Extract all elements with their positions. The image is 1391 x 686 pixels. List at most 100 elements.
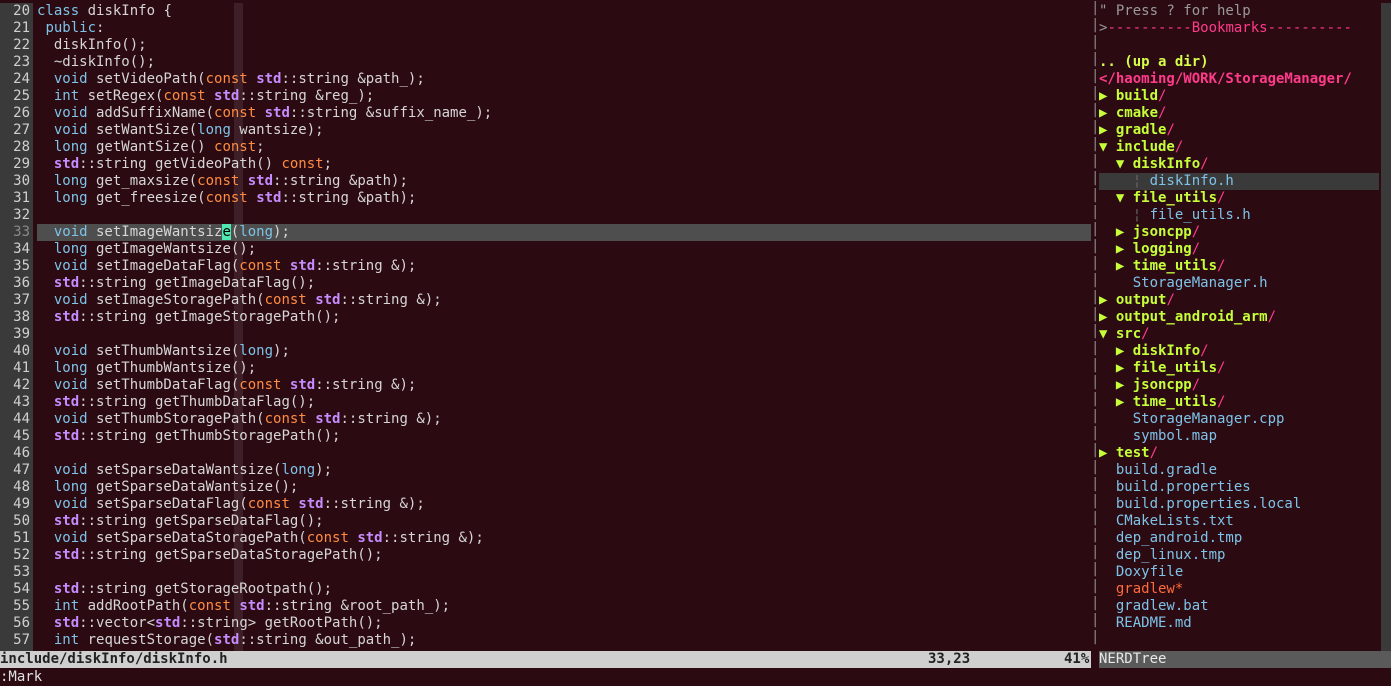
- code-line[interactable]: void setThumbStoragePath(const std::stri…: [37, 411, 1091, 428]
- tree-dir-node[interactable]: ▶ file_utils/: [1099, 360, 1379, 377]
- tree-file-node[interactable]: Doxyfile: [1099, 564, 1379, 581]
- tree-dir-node[interactable]: ▼ diskInfo/: [1099, 156, 1379, 173]
- code-line[interactable]: void setImageStoragePath(const std::stri…: [37, 292, 1091, 309]
- dir-slash: /: [1200, 343, 1209, 359]
- code-line[interactable]: int requestStorage(std::string &out_path…: [37, 632, 1091, 649]
- nerdtree-scroll-track[interactable]: [1381, 3, 1391, 651]
- code-line[interactable]: std::string getThumbDataFlag();: [37, 394, 1091, 411]
- tree-dir-node[interactable]: ▼ file_utils/: [1099, 190, 1379, 207]
- code-line[interactable]: void setThumbDataFlag(const std::string …: [37, 377, 1091, 394]
- code-line[interactable]: class diskInfo {: [37, 3, 1091, 20]
- code-line[interactable]: long get_freesize(const std::string &pat…: [37, 190, 1091, 207]
- tree-dir-node[interactable]: ▶ time_utils/: [1099, 394, 1379, 411]
- tree-file-node[interactable]: StorageManager.cpp: [1099, 411, 1379, 428]
- code-line[interactable]: void setSparseDataFlag(const std::string…: [37, 496, 1091, 513]
- tree-dir-node[interactable]: ▶ gradle/: [1099, 122, 1379, 139]
- tree-file-node[interactable]: build.properties: [1099, 479, 1379, 496]
- tree-dir-node[interactable]: ▼ include/: [1099, 139, 1379, 156]
- tree-dir-node[interactable]: ▶ logging/: [1099, 241, 1379, 258]
- nerdtree-bookmarks-header[interactable]: >----------Bookmarks----------: [1099, 20, 1379, 37]
- tree-dir-node[interactable]: ▶ jsoncpp/: [1099, 377, 1379, 394]
- tree-dir-node[interactable]: ▶ jsoncpp/: [1099, 224, 1379, 241]
- nerdtree-root-path[interactable]: </haoming/WORK/StorageManager/: [1099, 71, 1379, 88]
- tree-dir-node[interactable]: ▶ build/: [1099, 88, 1379, 105]
- code-line[interactable]: long get_maxsize(const std::string &path…: [37, 173, 1091, 190]
- code-line[interactable]: long getSparseDataWantsize();: [37, 479, 1091, 496]
- tree-file-node[interactable]: StorageManager.h: [1099, 275, 1379, 292]
- code-line[interactable]: std::string getImageDataFlag();: [37, 275, 1091, 292]
- collapsed-arrow-icon: ▶: [1099, 309, 1116, 325]
- line-number: 22: [13, 37, 30, 53]
- tree-guide-icon: [1099, 496, 1116, 512]
- code-line[interactable]: std::string getThumbStoragePath();: [37, 428, 1091, 445]
- tree-file-node[interactable]: build.properties.local: [1099, 496, 1379, 513]
- code-token: );: [273, 224, 290, 240]
- tree-file-node[interactable]: build.gradle: [1099, 462, 1379, 479]
- tree-node-name: test: [1115, 445, 1150, 461]
- tree-file-node[interactable]: dep_linux.tmp: [1099, 547, 1379, 564]
- code-line[interactable]: std::string getVideoPath() const;: [37, 156, 1091, 173]
- line-number: 49: [13, 496, 30, 512]
- code-line[interactable]: long getImageWantsize();: [37, 241, 1091, 258]
- tree-file-node[interactable]: dep_android.tmp: [1099, 530, 1379, 547]
- code-line[interactable]: void addSuffixName(const std::string &su…: [37, 105, 1091, 122]
- code-line[interactable]: void setWantSize(long wantsize);: [37, 122, 1091, 139]
- code-token: std: [357, 530, 383, 546]
- code-line[interactable]: [37, 326, 1091, 343]
- tree-dir-node[interactable]: ▶ time_utils/: [1099, 258, 1379, 275]
- code-line[interactable]: long getWantSize() const;: [37, 139, 1091, 156]
- code-line-current[interactable]: void setImageWantsize(long);: [37, 224, 1091, 241]
- line-number: 38: [13, 309, 30, 325]
- code-line[interactable]: std::string getImageStoragePath();: [37, 309, 1091, 326]
- nerdtree-up-dir[interactable]: .. (up a dir): [1099, 54, 1379, 71]
- tree-file-node[interactable]: ¦ diskInfo.h: [1099, 173, 1379, 190]
- tree-dir-node[interactable]: ▼ src/: [1099, 326, 1379, 343]
- line-number: 36: [13, 275, 30, 291]
- tree-dir-node[interactable]: ▶ cmake/: [1099, 105, 1379, 122]
- code-line[interactable]: void setSparseDataWantsize(long);: [37, 462, 1091, 479]
- tree-file-node[interactable]: gradlew.bat: [1099, 598, 1379, 615]
- code-line[interactable]: [37, 445, 1091, 462]
- code-area[interactable]: class diskInfo { public: diskInfo(); ~di…: [37, 3, 1091, 651]
- code-line[interactable]: ~diskInfo();: [37, 54, 1091, 71]
- code-line[interactable]: std::string getStorageRootpath();: [37, 581, 1091, 598]
- tree-file-node[interactable]: ¦ file_utils.h: [1099, 207, 1379, 224]
- code-line[interactable]: std::vector<std::string> getRootPath();: [37, 615, 1091, 632]
- dir-slash: /: [1191, 241, 1201, 257]
- code-line[interactable]: int setRegex(const std::string &reg_);: [37, 88, 1091, 105]
- code-token: std: [155, 615, 181, 631]
- tree-dir-node[interactable]: ▶ diskInfo/: [1099, 343, 1379, 360]
- code-line[interactable]: void setVideoPath(const std::string &pat…: [37, 71, 1091, 88]
- command-line[interactable]: :Mark: [0, 668, 1391, 686]
- divider-segment: |: [1091, 306, 1100, 322]
- tree-file-node[interactable]: symbol.map: [1099, 428, 1379, 445]
- nerdtree-panel[interactable]: " Press ? for help >----------Bookmarks-…: [1099, 3, 1379, 651]
- code-line[interactable]: [37, 207, 1091, 224]
- code-line[interactable]: void setImageDataFlag(const std::string …: [37, 258, 1091, 275]
- code-line[interactable]: diskInfo();: [37, 37, 1091, 54]
- tree-dir-node[interactable]: ▶ test/: [1099, 445, 1379, 462]
- code-line[interactable]: std::string getSparseDataFlag();: [37, 513, 1091, 530]
- window-split-divider[interactable]: | | | | | | | | | | | | | | | | | | | | | | | | | | | | | | | | | | | | | |: [1091, 0, 1099, 660]
- code-line[interactable]: void setThumbWantsize(long);: [37, 343, 1091, 360]
- code-token: std: [53, 394, 80, 410]
- code-line[interactable]: std::string getSparseDataStoragePath();: [37, 547, 1091, 564]
- code-token: void: [53, 258, 88, 274]
- tree-file-node[interactable]: gradlew*: [1099, 581, 1379, 598]
- code-line[interactable]: public:: [37, 20, 1091, 37]
- editor-pane[interactable]: 20 21 22 23 24 25 26 27 28 29 30 31 32 33 34 35 36 37 38 39…: [0, 3, 1091, 651]
- code-line[interactable]: long getThumbWantsize();: [37, 360, 1091, 377]
- tree-guide-icon: ¦: [1132, 207, 1150, 223]
- code-token: ::string &);: [340, 411, 442, 427]
- tree-dir-node[interactable]: ▶ output/: [1099, 292, 1379, 309]
- code-line[interactable]: void setSparseDataStoragePath(const std:…: [37, 530, 1091, 547]
- code-line[interactable]: int addRootPath(const std::string &root_…: [37, 598, 1091, 615]
- line-number: 31: [13, 190, 30, 206]
- tree-file-node[interactable]: README.md: [1099, 615, 1379, 632]
- code-token: const: [205, 71, 248, 87]
- tree-file-node[interactable]: CMakeLists.txt: [1099, 513, 1379, 530]
- code-line[interactable]: [37, 564, 1091, 581]
- tree-dir-node[interactable]: ▶ output_android_arm/: [1099, 309, 1379, 326]
